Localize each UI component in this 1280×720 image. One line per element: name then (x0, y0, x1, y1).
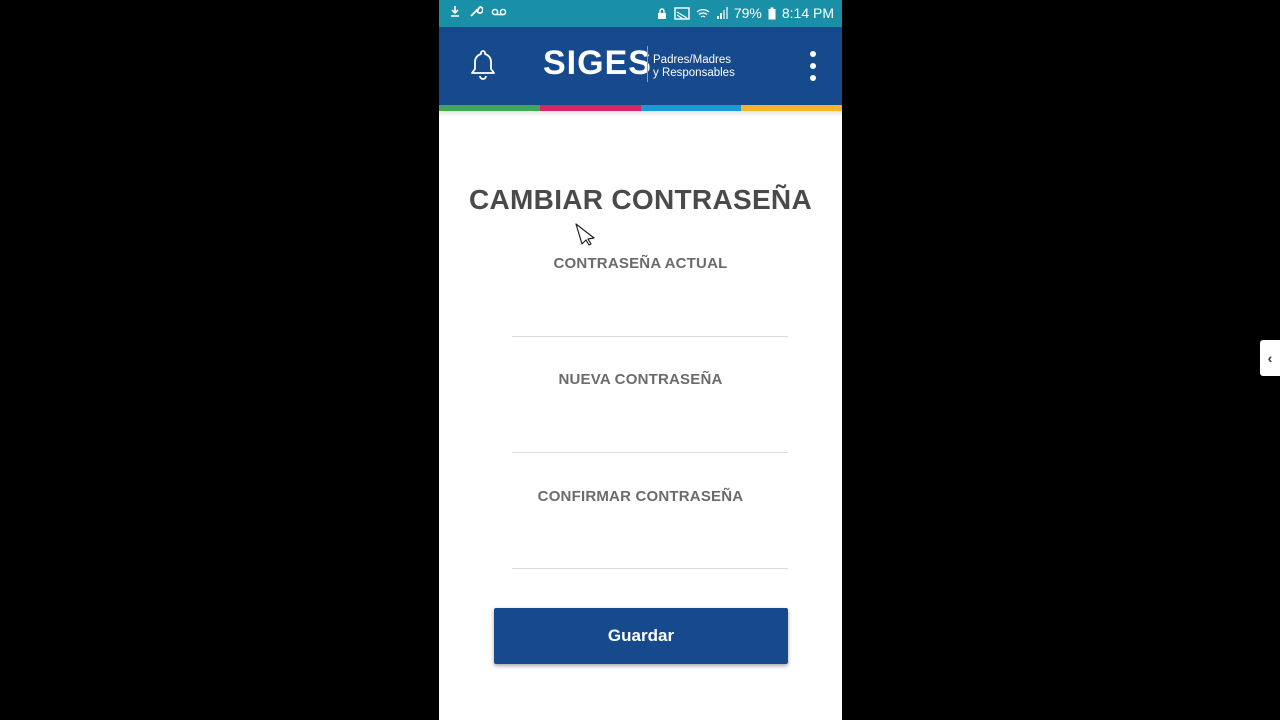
signal-icon (716, 6, 728, 19)
brand-subtitle-line2: y Responsables (653, 67, 735, 79)
status-bar: 79% 8:14 PM (439, 0, 842, 27)
voicemail-icon (491, 8, 507, 16)
mouse-cursor-icon (575, 223, 595, 246)
clock: 8:14 PM (781, 5, 834, 21)
more-vert-icon[interactable] (805, 49, 821, 83)
brand-subtitle: Padres/Madres y Responsables (653, 54, 735, 80)
battery-percent: 79% (733, 5, 762, 21)
wifi-icon (696, 8, 710, 18)
brand-logo: SIGES (543, 44, 652, 82)
current-password-input[interactable] (512, 306, 788, 337)
battery-icon (768, 7, 776, 19)
app-header: SIGES Padres/Madres y Responsables (439, 27, 842, 105)
confirm-password-input[interactable] (512, 538, 788, 569)
bell-icon[interactable] (467, 47, 499, 83)
new-password-label: NUEVA CONTRASEÑA (558, 371, 723, 388)
wrench-icon (470, 6, 483, 17)
brand-divider (647, 46, 648, 82)
cast-icon (674, 6, 690, 20)
save-button[interactable]: Guardar (494, 608, 788, 664)
brand-subtitle-line1: Padres/Madres (653, 54, 731, 66)
page-title: CAMBIAR CONTRASEÑA (469, 184, 812, 215)
lock-icon (657, 7, 666, 19)
current-password-label: CONTRASEÑA ACTUAL (553, 255, 728, 272)
header-shadow (439, 111, 842, 117)
confirm-password-label: CONFIRMAR CONTRASEÑA (537, 488, 744, 505)
download-icon (451, 6, 459, 17)
phone-screen: 79% 8:14 PM SIGES Padres/Madres y Respon… (439, 0, 842, 720)
chevron-left-icon[interactable]: ‹ (1260, 340, 1280, 376)
new-password-input[interactable] (512, 422, 788, 453)
